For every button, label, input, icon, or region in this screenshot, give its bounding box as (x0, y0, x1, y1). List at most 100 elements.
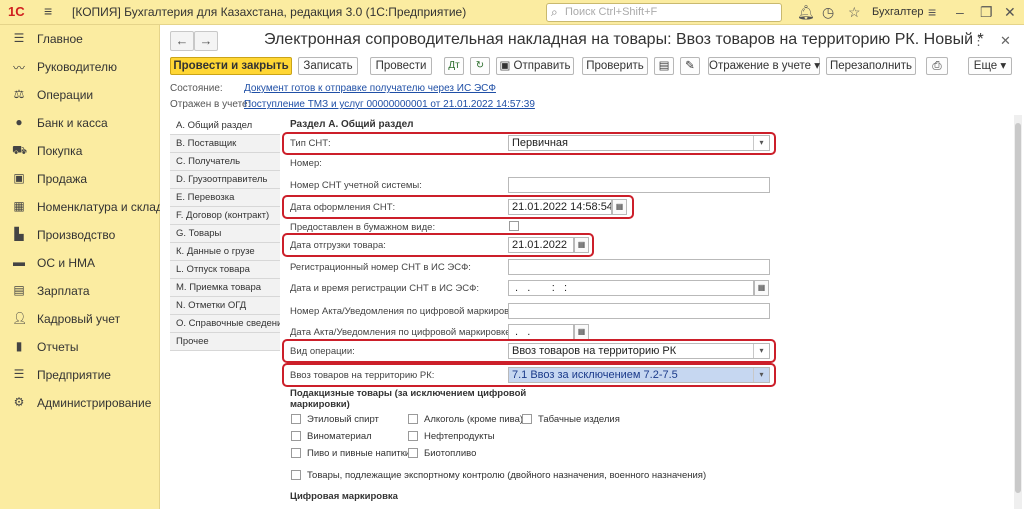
calendar-icon[interactable]: ▦ (574, 237, 589, 253)
reg-number-input[interactable] (508, 259, 770, 275)
sidebar-item-director[interactable]: 〰 Руководителю (0, 54, 160, 82)
beer-checkbox[interactable] (291, 448, 301, 458)
refresh-icon[interactable]: ↻ (470, 57, 490, 75)
sidebar-item-nomenclature[interactable]: ▦ Номенклатура и склад (0, 194, 163, 222)
post-and-close-button[interactable]: Провести и закрыть (170, 57, 292, 75)
more-actions-button[interactable]: Еще ▾ (968, 57, 1012, 75)
reflect-accounting-button[interactable]: Отражение в учете ▾ (708, 57, 820, 75)
restore-icon[interactable]: ❐ (980, 4, 993, 21)
alcohol-checkbox[interactable] (408, 414, 418, 424)
excise-title: Подакцизные товары (за исключением цифро… (290, 388, 527, 399)
status-link[interactable]: Документ готов к отправке получателю чер… (244, 83, 496, 94)
op-type-select[interactable]: Ввоз товаров на территорию РК (508, 343, 770, 359)
check-button[interactable]: Проверить (582, 57, 648, 75)
import-select[interactable]: 7.1 Ввоз за исключением 7.2-7.5 (508, 367, 770, 383)
tab-recipient[interactable]: С. Получатель (170, 153, 280, 171)
acc-number-input[interactable] (508, 177, 770, 193)
dt-kt-icon[interactable]: Дт (444, 57, 464, 75)
snt-type-select[interactable]: Первичная (508, 135, 770, 151)
back-button[interactable]: ← (170, 31, 194, 51)
post-button[interactable]: Провести (370, 57, 432, 75)
print-icon[interactable]: ⎙ (926, 57, 948, 75)
tab-cargo[interactable]: К. Данные о грузе (170, 243, 280, 261)
tab-acceptance[interactable]: М. Приемка товара (170, 279, 280, 297)
close-icon[interactable]: ✕ (1004, 4, 1016, 21)
more-label: Еще (973, 60, 998, 72)
tab-transport[interactable]: Е. Перевозка (170, 189, 280, 207)
tab-general[interactable]: А. Общий раздел (170, 117, 280, 135)
act-number-input[interactable] (508, 303, 770, 319)
wine-checkbox[interactable] (291, 431, 301, 441)
calendar-icon[interactable]: ▦ (754, 280, 769, 296)
sidebar-item-admin[interactable]: ⚙ Администрирование (0, 390, 160, 418)
doc-list-icon: ☰ (13, 367, 25, 381)
ethyl-checkbox[interactable] (291, 414, 301, 424)
star-icon[interactable]: ☆ (848, 4, 861, 21)
wine-label: Виноматериал (307, 431, 372, 442)
act-date-input[interactable]: . . (508, 324, 574, 340)
more-icon[interactable]: ⋮ (972, 33, 985, 49)
ship-date-label: Дата отгрузки товара: (290, 240, 386, 251)
user-name[interactable]: Бухгалтер (872, 6, 923, 18)
sidebar-item-production[interactable]: ▙ Производство (0, 222, 160, 250)
reflected-link[interactable]: Поступление ТМЗ и услуг 00000000001 от 2… (244, 99, 535, 110)
sidebar-item-label: Покупка (37, 144, 83, 158)
oil-checkbox[interactable] (408, 431, 418, 441)
bio-checkbox[interactable] (408, 448, 418, 458)
oil-label: Нефтепродукты (424, 431, 495, 442)
issue-date-value: 21.01.2022 14:58:54 (512, 201, 612, 213)
settings-menu-icon[interactable]: ≡ (928, 4, 936, 20)
tab-goods[interactable]: G. Товары (170, 225, 280, 243)
chevron-down-icon[interactable]: ▾ (753, 368, 769, 382)
tab-other[interactable]: Прочее (170, 333, 280, 351)
save-button[interactable]: Записать (298, 57, 358, 75)
issue-date-input[interactable]: 21.01.2022 14:58:54 (508, 199, 612, 215)
paper-form-checkbox[interactable] (509, 221, 519, 231)
chevron-down-icon[interactable]: ▾ (753, 136, 769, 150)
structure-icon[interactable]: ▤ (654, 57, 674, 75)
sidebar-item-bank[interactable]: ● Банк и касса (0, 110, 160, 138)
bio-label: Биотопливо (424, 448, 477, 459)
menu-lines-icon: ☰ (13, 31, 25, 45)
issue-date-label: Дата оформления СНТ: (290, 202, 396, 213)
bell-icon[interactable]: 🔔︎ (797, 4, 815, 21)
sidebar-item-salary[interactable]: ▤ Зарплата (0, 278, 160, 306)
tab-contract[interactable]: F. Договор (контракт) (170, 207, 280, 225)
close-form-icon[interactable]: ✕ (1000, 33, 1011, 49)
sidebar-item-label: Кадровый учет (37, 312, 121, 326)
minimize-icon[interactable]: – (956, 4, 964, 20)
sidebar-item-purchase[interactable]: ⛟ Покупка (0, 138, 160, 166)
sidebar-item-operations[interactable]: ⚖ Операции (0, 82, 160, 110)
search-input[interactable]: ⌕ Поиск Ctrl+Shift+F (546, 3, 782, 22)
gear-icon: ⚙ (13, 395, 25, 409)
sidebar-item-hr[interactable]: 👤︎ Кадровый учет (0, 306, 160, 334)
ship-date-input[interactable]: 21.01.2022 (508, 237, 574, 253)
calendar-icon[interactable]: ▦ (574, 324, 589, 340)
tab-consignor[interactable]: D. Грузоотправитель (170, 171, 280, 189)
sidebar-item-reports[interactable]: ▮ Отчеты (0, 334, 160, 362)
sidebar-item-enterprise[interactable]: ☰ Предприятие (0, 362, 160, 390)
vertical-scrollbar[interactable] (1014, 115, 1022, 509)
reg-date-input[interactable]: . . : : (508, 280, 754, 296)
tobacco-checkbox[interactable] (522, 414, 532, 424)
chevron-down-icon[interactable]: ▾ (753, 344, 769, 358)
main-menu-icon[interactable]: ≡ (44, 3, 52, 19)
sidebar-item-sales[interactable]: ▣ Продажа (0, 166, 160, 194)
tab-ogd-marks[interactable]: N. Отметки ОГД (170, 297, 280, 315)
tab-release[interactable]: L. Отпуск товара (170, 261, 280, 279)
forward-button[interactable]: → (194, 31, 218, 51)
sidebar-item-main[interactable]: ☰ Главное (0, 26, 160, 54)
send-button[interactable]: ▣ Отправить (496, 57, 574, 75)
history-icon[interactable]: ◷ (822, 4, 834, 21)
bank-icon: ● (15, 115, 23, 129)
sidebar-item-label: Администрирование (37, 396, 152, 410)
sidebar-item-assets[interactable]: ▬ ОС и НМА (0, 250, 160, 278)
scrollbar-thumb[interactable] (1015, 123, 1021, 493)
export-control-checkbox[interactable] (291, 470, 301, 480)
tab-supplier[interactable]: В. Поставщик (170, 135, 280, 153)
calendar-icon[interactable]: ▦ (612, 199, 627, 215)
bag-icon: ▣ (13, 171, 25, 185)
tab-reference[interactable]: О. Справочные сведения (170, 315, 280, 333)
edit-icon[interactable]: ✎ (680, 57, 700, 75)
refill-button[interactable]: Перезаполнить (826, 57, 916, 75)
